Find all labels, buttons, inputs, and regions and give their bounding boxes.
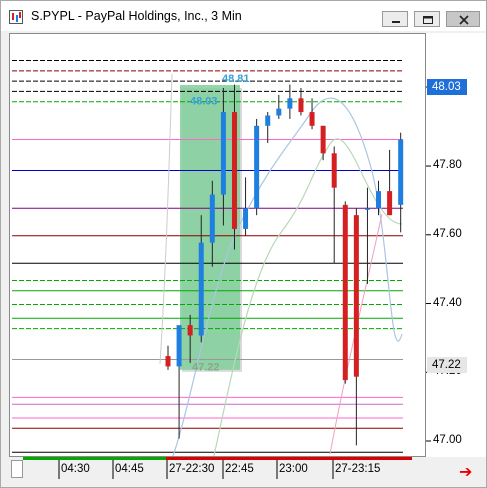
price-axis[interactable] bbox=[426, 33, 486, 457]
restore-button[interactable] bbox=[414, 11, 440, 27]
scroll-handle[interactable] bbox=[11, 460, 23, 478]
price-tick-label: 47.60 bbox=[433, 227, 462, 240]
price-tick-label: 47.00 bbox=[433, 434, 462, 446]
candle-body bbox=[298, 98, 304, 113]
time-tick-label: 27-22:30 bbox=[169, 463, 215, 475]
candle-body bbox=[387, 191, 393, 216]
candle-body bbox=[243, 208, 249, 229]
minimize-icon bbox=[392, 21, 400, 23]
candlestick-chart: 48.03 48.81 47.22 bbox=[12, 60, 404, 475]
price-tick-label: 47.80 bbox=[433, 159, 462, 172]
chart-plot-area[interactable]: 48.03 48.81 47.22 bbox=[9, 33, 426, 475]
time-tick-label: 22:45 bbox=[225, 463, 254, 475]
zone-bottom-label: 47.22 bbox=[192, 361, 220, 373]
candle-body bbox=[231, 112, 237, 229]
candle-body bbox=[331, 153, 337, 188]
candle-body bbox=[364, 208, 370, 210]
candle-body bbox=[176, 325, 182, 367]
candle-body bbox=[320, 125, 326, 154]
chart-app-icon bbox=[9, 10, 23, 24]
close-button[interactable] bbox=[446, 11, 480, 27]
time-bar-left bbox=[23, 457, 166, 460]
price-tick-label: 47.40 bbox=[433, 296, 462, 309]
time-tick-label: 23:00 bbox=[279, 463, 308, 475]
zone-high-label: 48.81 bbox=[222, 73, 250, 85]
candle-body bbox=[398, 139, 404, 205]
candle-body bbox=[376, 191, 382, 209]
time-bar-right bbox=[166, 457, 412, 460]
candle-body bbox=[220, 112, 226, 195]
candle-body bbox=[287, 98, 293, 109]
price-axis-ticks bbox=[426, 86, 431, 442]
time-tick-label: 27-23:15 bbox=[335, 463, 381, 475]
time-axis[interactable]: 04:30 04:45 27-22:30 22:45 23:00 27-23:15 ➔ bbox=[9, 457, 486, 481]
candle-body bbox=[187, 325, 193, 336]
scroll-right-arrow-icon[interactable]: ➔ bbox=[459, 462, 472, 482]
candle-body bbox=[265, 115, 271, 126]
close-icon bbox=[459, 15, 469, 25]
candle-body bbox=[209, 194, 215, 243]
window-title: S.PYPL - PayPal Holdings, Inc., 3 Min bbox=[31, 9, 242, 23]
chart-window: S.PYPL - PayPal Holdings, Inc., 3 Min 48… bbox=[0, 0, 487, 488]
candle-body bbox=[254, 125, 260, 209]
candle-body bbox=[342, 204, 348, 381]
zone-low-price-label: 47.22 bbox=[427, 357, 467, 374]
restore-icon bbox=[423, 16, 433, 24]
title-bar[interactable]: S.PYPL - PayPal Holdings, Inc., 3 Min bbox=[1, 1, 486, 31]
time-tick-label: 04:30 bbox=[61, 463, 90, 475]
last-price-label: 48.03 bbox=[427, 79, 467, 95]
zone-top-label: 48.03 bbox=[190, 96, 218, 108]
candle-body bbox=[165, 356, 171, 367]
time-tick-label: 04:45 bbox=[115, 463, 144, 475]
moving-average-line bbox=[159, 73, 173, 365]
candle-body bbox=[198, 242, 204, 336]
minimize-button[interactable] bbox=[382, 11, 408, 27]
candle-body bbox=[276, 108, 282, 116]
candle-body bbox=[309, 112, 315, 126]
candle-body bbox=[353, 215, 359, 377]
